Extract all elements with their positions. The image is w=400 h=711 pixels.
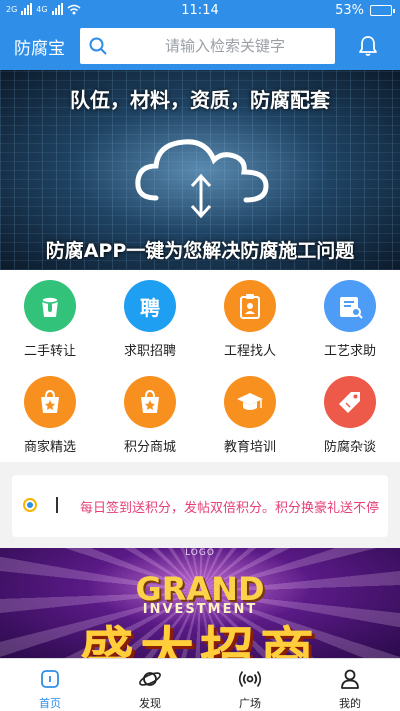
broadcast-icon [238, 671, 262, 687]
notice-text: 每日签到送积分，发帖双倍积分。积分换豪礼送不停 [80, 501, 380, 516]
paint-bucket-icon [24, 280, 76, 332]
tab-home[interactable]: 首页 [0, 659, 100, 711]
tab-discover[interactable]: 发现 [100, 659, 200, 711]
battery-percent: 53% [335, 3, 364, 18]
grid-item-merchant[interactable]: 商家精选 [0, 366, 100, 462]
tag-icon [324, 376, 376, 428]
grid-item-points-mall[interactable]: 积分商城 [100, 366, 200, 462]
grid-label: 防腐杂谈 [323, 440, 376, 455]
clipboard-person-icon [224, 280, 276, 332]
notice-logo-icon [23, 498, 37, 512]
graduation-cap-icon [224, 376, 276, 428]
hero-banner[interactable]: 队伍，材料，资质，防腐配套 防腐APP一键为您解决防腐施工问题 [0, 70, 400, 270]
grid-item-talk[interactable]: 防腐杂谈 [300, 366, 400, 462]
document-search-icon [324, 280, 376, 332]
search-input[interactable] [120, 28, 330, 64]
search-box[interactable] [80, 28, 335, 64]
tab-label: 首页 [39, 697, 61, 710]
tab-label: 广场 [239, 697, 261, 710]
promo-big-text: 盛大招商 [80, 621, 320, 658]
app-title: 防腐宝 [14, 39, 65, 59]
promo-banner[interactable]: LOGO GRAND INVESTMENT 盛大招商 [0, 548, 400, 658]
shopping-bag-star-icon [24, 376, 76, 428]
search-icon [89, 37, 107, 55]
user-icon [341, 669, 359, 689]
bottom-tab-bar: 首页 发现 广场 我的 [0, 658, 400, 711]
tab-label: 发现 [139, 697, 161, 710]
banner-headline: 队伍，材料，资质，防腐配套 [70, 88, 330, 112]
points-bag-star-icon [124, 376, 176, 428]
recruit-icon: 聘 [124, 280, 176, 332]
grid-label: 工程找人 [223, 344, 276, 359]
bell-icon[interactable] [356, 34, 380, 58]
grid-item-secondhand[interactable]: 二手转让 [0, 270, 100, 366]
battery-icon [370, 5, 395, 16]
feature-grid: 二手转让 聘 求职招聘 工程找人 工艺求助 商家精选 积分商城 教育培训 防腐杂… [0, 270, 400, 462]
cloud-icon [135, 139, 269, 219]
banner-tagline: 防腐APP一键为您解决防腐施工问题 [45, 240, 355, 262]
status-bar: 2G 4G 11:14 53% [0, 0, 400, 22]
grid-label: 二手转让 [23, 344, 76, 359]
grid-label: 工艺求助 [323, 344, 376, 359]
top-header: 防腐宝 [0, 22, 400, 70]
grid-item-education[interactable]: 教育培训 [200, 366, 300, 462]
notice-marquee[interactable]: 每日签到送积分，发帖双倍积分。积分换豪礼送不停 [12, 475, 388, 537]
promo-logo: LOGO [185, 548, 215, 558]
notice-divider [56, 497, 58, 513]
tab-square[interactable]: 广场 [200, 659, 300, 711]
grid-label: 求职招聘 [123, 344, 176, 359]
grid-item-project[interactable]: 工程找人 [200, 270, 300, 366]
grid-label: 商家精选 [23, 440, 76, 455]
grid-item-recruit[interactable]: 聘 求职招聘 [100, 270, 200, 366]
tab-label: 我的 [339, 697, 361, 710]
grid-item-craft-help[interactable]: 工艺求助 [300, 270, 400, 366]
planet-icon [139, 672, 161, 686]
tab-mine[interactable]: 我的 [300, 659, 400, 711]
grid-label: 教育培训 [223, 440, 276, 455]
home-icon [41, 670, 59, 688]
grid-label: 积分商城 [123, 440, 176, 455]
